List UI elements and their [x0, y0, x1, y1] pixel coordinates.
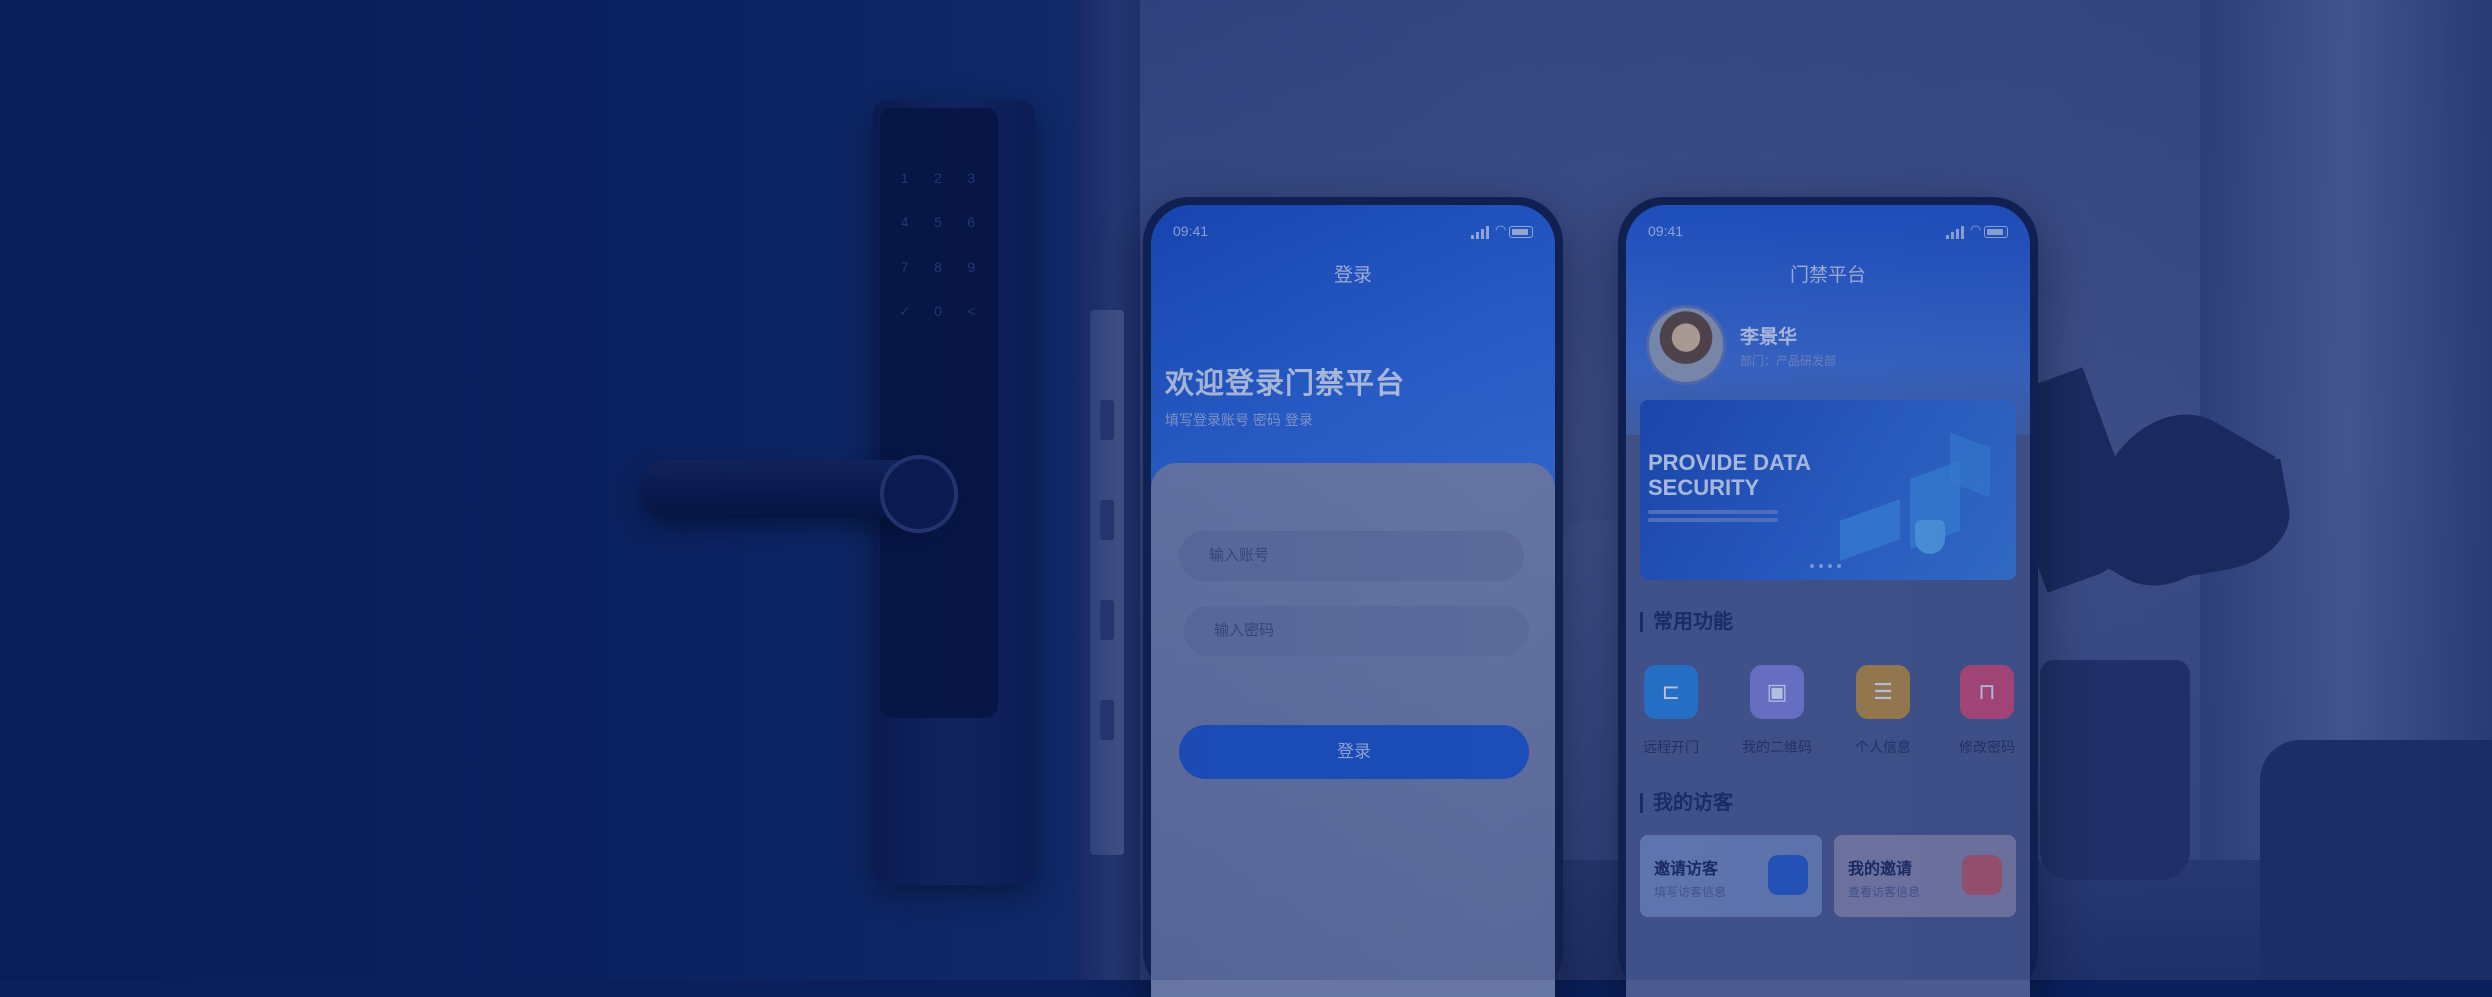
security-banner[interactable]: PROVIDE DATA SECURITY	[1640, 400, 2016, 580]
keypad-key: ✓	[898, 302, 911, 319]
battery-icon	[1509, 226, 1533, 238]
lock-icon: ⊓	[1960, 665, 2014, 719]
banner-text-lines	[1648, 510, 1778, 514]
func-label: 修改密码	[1959, 739, 2015, 755]
visitor-card-title: 邀请访客	[1654, 861, 1719, 878]
status-bar: 09:41 ◠	[1173, 222, 1533, 243]
status-time: 09:41	[1173, 223, 1209, 239]
nav-title: 登录	[1333, 265, 1372, 286]
banner-title: PROVIDE DATA SECURITY	[1648, 450, 1811, 500]
phone-home-mockup: 09:41 ◠ 门禁平台 李景华 部门：产品研发部 PROVIDE DATA S…	[1618, 197, 2038, 997]
plant-pot	[2040, 660, 2190, 880]
welcome-subtitle: 填写登录账号 密码 登录	[1165, 412, 1313, 428]
invite-visitor-card[interactable]: 邀请访客 填写访客信息	[1640, 835, 1822, 917]
signal-icon	[1946, 235, 1949, 239]
signal-icon	[1951, 232, 1954, 239]
login-screen: 09:41 ◠ 登录 欢迎登录门禁平台 填写登录账号 密码 登录 输入账号 输入…	[1151, 205, 1555, 997]
nav-title: 门禁平台	[1789, 265, 1866, 286]
latch-slot	[1100, 700, 1114, 740]
user-name: 李景华	[1740, 327, 1798, 348]
visitor-card-title: 我的邀请	[1848, 861, 1913, 878]
briefcase-icon	[1962, 855, 2002, 895]
phone-login-mockup: 09:41 ◠ 登录 欢迎登录门禁平台 填写登录账号 密码 登录 输入账号 输入…	[1143, 197, 1563, 997]
isometric-block	[1840, 499, 1900, 561]
pagination-dot[interactable]	[1810, 564, 1814, 568]
avatar[interactable]	[1646, 305, 1726, 385]
func-label: 远程开门	[1643, 739, 1699, 755]
func-change-password[interactable]: ⊓ 修改密码	[1942, 665, 2030, 757]
shield-icon	[1915, 520, 1945, 554]
handle-knob	[880, 455, 958, 533]
section-title-visitors: 我的访客	[1640, 793, 1733, 813]
keypad-key: 1	[900, 170, 909, 186]
lock-latch-plate	[1090, 310, 1124, 855]
keypad-key: 2	[934, 170, 942, 186]
latch-slot	[1100, 600, 1114, 640]
home-screen: 09:41 ◠ 门禁平台 李景华 部门：产品研发部 PROVIDE DATA S…	[1626, 205, 2030, 997]
signal-icon	[1481, 229, 1484, 239]
lock-keypad: 1 2 3 4 5 6 7 8 9 ✓ 0 <	[888, 170, 988, 330]
status-bar: 09:41 ◠	[1648, 222, 2008, 243]
status-time: 09:41	[1648, 223, 1684, 239]
pagination-dot[interactable]	[1837, 564, 1841, 568]
status-icons: ◠	[1946, 222, 2008, 239]
qrcode-user-icon: ▣	[1750, 665, 1804, 719]
keypad-key: 8	[934, 258, 942, 275]
battery-icon	[1984, 226, 2008, 238]
pagination-dot[interactable]	[1828, 564, 1832, 568]
func-personal-info[interactable]: ☰ 个人信息	[1838, 665, 1928, 757]
signal-icon	[1476, 232, 1479, 239]
welcome-title: 欢迎登录门禁平台	[1165, 368, 1406, 400]
func-label: 个人信息	[1855, 739, 1911, 755]
func-remote-open[interactable]: ⊏ 远程开门	[1626, 665, 1716, 757]
banner-pagination[interactable]	[1810, 564, 1850, 568]
pagination-dot[interactable]	[1819, 564, 1823, 568]
keypad-key: 4	[900, 214, 909, 231]
keypad-key: 0	[934, 302, 942, 319]
login-header-bg	[1151, 205, 1555, 505]
user-department: 部门：产品研发部	[1740, 354, 1837, 368]
visitor-card-subtitle: 填写访客信息	[1654, 885, 1727, 899]
section-title-common: 常用功能	[1640, 612, 1733, 632]
signal-icon	[1471, 235, 1474, 239]
signal-icon	[1961, 226, 1964, 239]
armchair	[2260, 740, 2492, 980]
func-my-qrcode[interactable]: ▣ 我的二维码	[1732, 665, 1822, 757]
keypad-key: <	[967, 302, 976, 319]
keypad-key: 3	[967, 170, 976, 186]
wifi-icon: ◠	[1970, 222, 1982, 237]
func-label: 我的二维码	[1742, 739, 1812, 755]
keypad-key: 6	[967, 214, 976, 231]
invite-person-icon	[1768, 855, 1808, 895]
keypad-key: 7	[900, 258, 909, 275]
door-icon: ⊏	[1644, 665, 1698, 719]
my-invitations-card[interactable]: 我的邀请 查看访客信息	[1834, 835, 2016, 917]
signal-icon	[1956, 229, 1959, 239]
password-input[interactable]: 输入密码	[1184, 606, 1529, 656]
wifi-icon: ◠	[1495, 222, 1507, 237]
person-card-icon: ☰	[1856, 665, 1910, 719]
latch-slot	[1100, 500, 1114, 540]
keypad-key: 5	[934, 214, 942, 231]
latch-slot	[1100, 400, 1114, 440]
account-input[interactable]: 输入账号	[1179, 531, 1524, 581]
keypad-key: 9	[967, 258, 976, 275]
visitor-card-subtitle: 查看访客信息	[1848, 885, 1921, 899]
status-icons: ◠	[1471, 222, 1533, 239]
login-button[interactable]: 登录	[1179, 725, 1529, 779]
signal-icon	[1486, 226, 1489, 239]
